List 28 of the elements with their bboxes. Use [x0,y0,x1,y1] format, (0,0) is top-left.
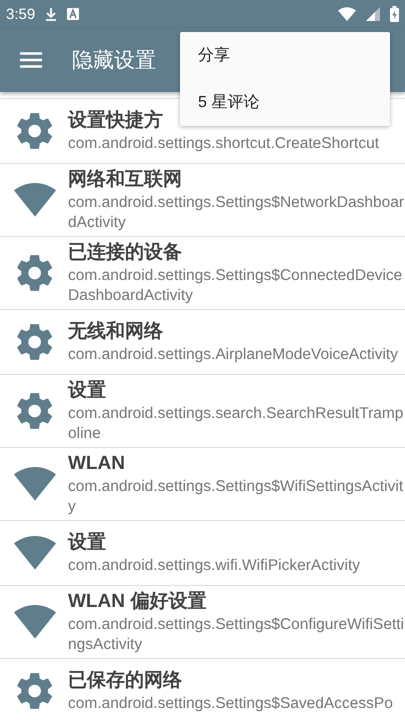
notification-icon [67,8,80,20]
item-title: WLAN [68,452,125,476]
item-title: 无线和网络 [68,320,163,344]
wifi-signal-icon [338,7,356,21]
item-subtitle: com.android.settings.Settings$SavedAccessPo [68,694,394,714]
item-subtitle: com.android.settings.search.SearchResultTrampoline [68,404,404,444]
item-subtitle: com.android.settings.shortcut.CreateShortcut [68,134,380,154]
item-title: 设置快捷方 [68,108,163,133]
item-subtitle: com.android.settings.AirplaneModeVoiceActivity [68,345,399,365]
item-title: 设置 [68,379,106,403]
menu-item[interactable]: 分享 [180,32,390,79]
status-time: 3:59 [6,6,36,22]
battery-icon [390,6,399,22]
item-title: 网络和互联网 [68,168,182,192]
item-title: WLAN 偏好设置 [68,590,206,614]
item-title: 设置 [68,531,106,555]
cell-signal-icon [366,7,380,21]
item-subtitle: com.android.settings.wifi.WifiPickerActivity [68,556,361,576]
item-subtitle: com.android.settings.Settings$ConnectedDeviceDashboardActivity [68,266,404,306]
menu-item[interactable]: 5 星评论 [180,79,390,126]
item-subtitle: com.android.settings.Settings$NetworkDashboardActivity [68,193,405,233]
download-icon [45,7,58,21]
item-title: 已连接的设备 [68,240,182,265]
menu-icon[interactable] [20,52,42,68]
toolbar-title: 隐藏设置 [72,48,156,74]
item-title: 已保存的网络 [68,669,182,693]
item-subtitle: com.android.settings.Settings$ConfigureWifiSettingsActivity [68,615,405,655]
item-subtitle: com.android.settings.Settings$WifiSettingsActivity [68,477,404,517]
